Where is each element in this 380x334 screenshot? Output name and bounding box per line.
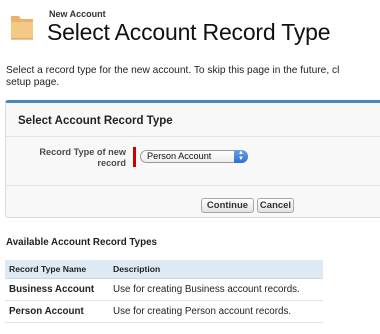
record-type-description: Use for creating Business account record… [109, 278, 323, 301]
cancel-button[interactable]: Cancel [257, 198, 294, 213]
column-header-name: Record Type Name [5, 260, 109, 279]
column-header-description: Description [109, 260, 323, 279]
record-type-label: Record Type of new record [39, 147, 126, 168]
required-indicator [133, 147, 136, 167]
table-header-row: Record Type Name Description [5, 260, 323, 279]
available-record-types-title: Available Account Record Types [6, 237, 157, 248]
record-type-selected-value: Person Account [147, 151, 212, 161]
continue-button[interactable]: Continue [201, 198, 254, 213]
intro-line-1: Select a record type for the new account… [6, 65, 340, 76]
divider [6, 136, 380, 137]
record-type-name: Person Account [5, 300, 109, 323]
folder-icon [11, 16, 33, 40]
intro-text: Select a record type for the new account… [6, 65, 380, 89]
divider [6, 185, 380, 186]
record-type-select[interactable]: Person Account ▲ ▼ [140, 150, 248, 163]
page-title: Select Account Record Type [47, 19, 331, 45]
table-row: Business Account Use for creating Busine… [5, 278, 323, 301]
page-subtitle: New Account [49, 9, 106, 19]
record-type-description: Use for creating Person account records. [109, 300, 323, 323]
table-row: Person Account Use for creating Person a… [5, 300, 323, 323]
record-types-table: Record Type Name Description Business Ac… [5, 260, 323, 323]
panel-title: Select Account Record Type [18, 115, 173, 127]
updown-arrows-icon: ▲ ▼ [234, 150, 248, 163]
record-type-panel: Select Account Record Type Record Type o… [5, 100, 380, 218]
intro-line-2: setup page. [6, 77, 60, 88]
record-type-name: Business Account [5, 278, 109, 301]
